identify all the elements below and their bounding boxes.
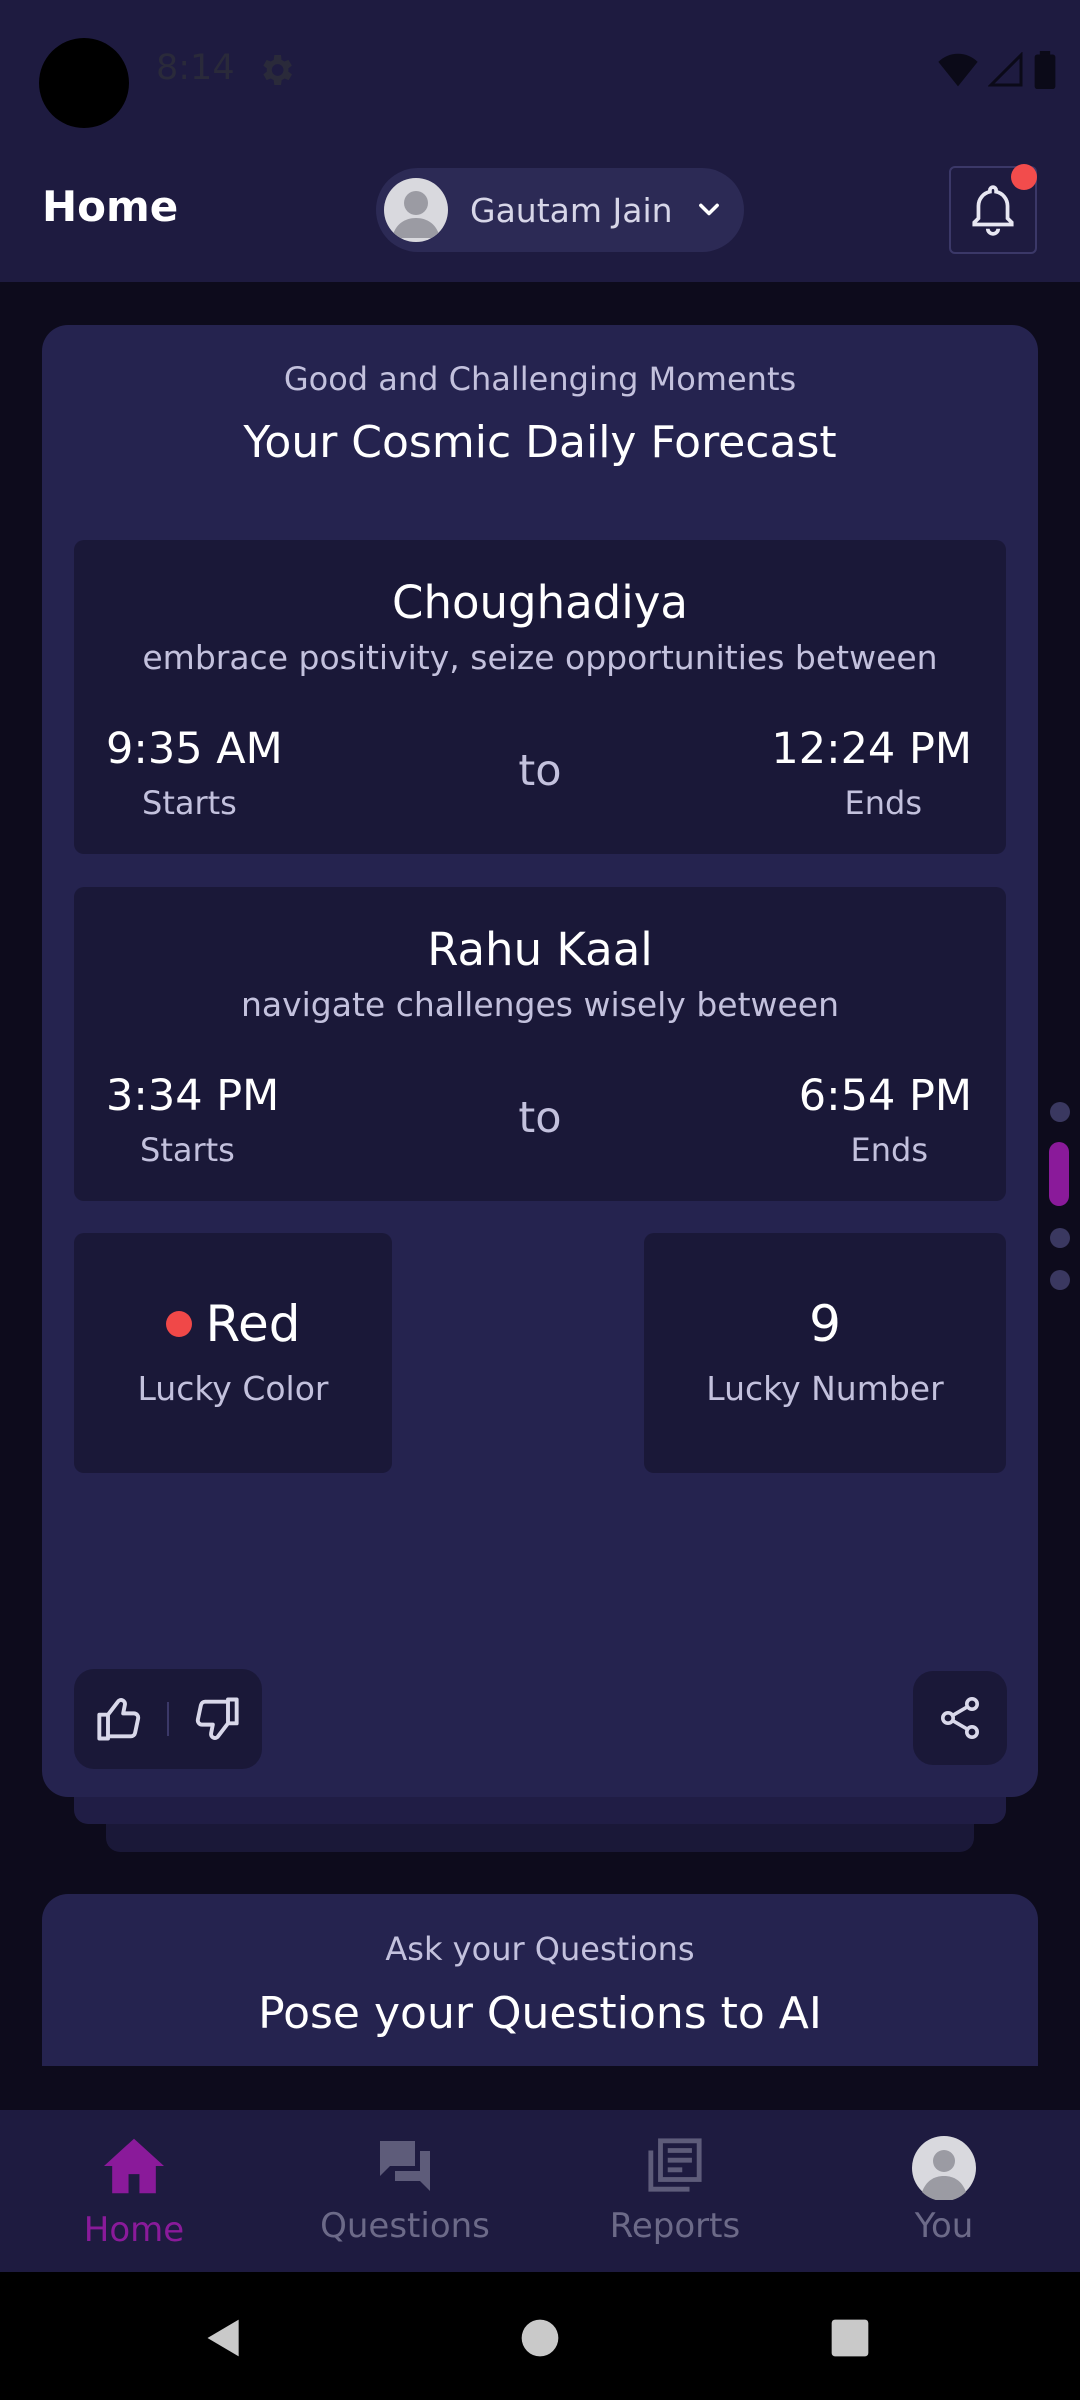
card-title: Your Cosmic Daily Forecast <box>243 417 837 468</box>
home-icon <box>104 2138 164 2194</box>
divider <box>167 1702 169 1736</box>
nav-reports[interactable]: Reports <box>570 2110 780 2272</box>
questions-card[interactable]: Ask your Questions Pose your Questions t… <box>42 1894 1038 2066</box>
pager-dot[interactable] <box>1050 1270 1070 1290</box>
nav-you[interactable]: You <box>854 2110 1034 2272</box>
nav-you-label: You <box>914 2206 974 2246</box>
questions-title: Pose your Questions to AI <box>258 1988 822 2039</box>
bottom-nav: Home Questions Reports You <box>0 2110 1080 2272</box>
rahu-kaal-end-label: Ends <box>850 1131 928 1169</box>
lucky-color-text: Red <box>205 1295 301 1353</box>
thumbs-up-icon[interactable] <box>95 1693 147 1745</box>
card-eyebrow: Good and Challenging Moments <box>283 360 797 398</box>
choughadiya-box: Choughadiya embrace positivity, seize op… <box>74 540 1006 854</box>
notification-badge <box>1011 164 1037 190</box>
rahu-kaal-end-time: 6:54 PM <box>798 1071 972 1121</box>
lucky-color-box: Red Lucky Color <box>74 1233 392 1473</box>
lucky-color-label: Lucky Color <box>137 1369 329 1408</box>
home-circle-icon[interactable] <box>520 2318 560 2358</box>
choughadiya-title: Choughadiya <box>392 576 688 629</box>
recents-icon[interactable] <box>830 2318 870 2358</box>
chat-icon <box>380 2141 430 2191</box>
camera-cutout <box>39 38 129 128</box>
pager-dot-active[interactable] <box>1049 1142 1069 1206</box>
share-icon <box>941 1697 979 1739</box>
rahu-kaal-box: Rahu Kaal navigate challenges wisely bet… <box>74 887 1006 1201</box>
profile-name: Gautam Jain <box>470 190 673 230</box>
card-stack-layer <box>106 1820 974 1852</box>
signal-icon <box>988 52 1023 87</box>
lucky-number-value: 9 <box>809 1295 841 1353</box>
pager-dot[interactable] <box>1050 1102 1070 1122</box>
chevron-down-icon <box>698 203 719 216</box>
feedback-group <box>74 1669 262 1769</box>
nav-reports-label: Reports <box>609 2206 741 2246</box>
app-header: Home Gautam Jain <box>0 140 1080 282</box>
profile-selector[interactable]: Gautam Jain <box>376 168 744 252</box>
settings-gear-icon <box>263 55 292 85</box>
choughadiya-end-label: Ends <box>844 784 922 822</box>
forecast-card[interactable]: Good and Challenging Moments Your Cosmic… <box>42 325 1038 1797</box>
pager-dot[interactable] <box>1050 1228 1070 1248</box>
wifi-icon <box>938 53 978 87</box>
rahu-kaal-subtitle: navigate challenges wisely between <box>240 985 840 1024</box>
rahu-kaal-title: Rahu Kaal <box>427 923 653 976</box>
lucky-number-label: Lucky Number <box>706 1369 944 1408</box>
system-nav-bar <box>0 2272 1080 2400</box>
questions-eyebrow: Ask your Questions <box>385 1930 695 1968</box>
bell-icon <box>972 185 1014 236</box>
status-icons <box>938 50 1056 90</box>
choughadiya-subtitle: embrace positivity, seize opportunities … <box>142 638 938 677</box>
lucky-color-value: Red <box>74 1295 392 1353</box>
notifications-button[interactable] <box>949 164 1037 254</box>
screen: 8:14 Home Gautam Jain Good and Challengi… <box>0 0 1080 2400</box>
status-time: 8:14 <box>156 48 235 88</box>
page-title: Home <box>42 182 179 231</box>
back-icon[interactable] <box>202 2316 246 2360</box>
share-button[interactable] <box>913 1671 1007 1765</box>
choughadiya-end-time: 12:24 PM <box>771 724 972 774</box>
status-bar: 8:14 <box>0 0 1080 140</box>
nav-questions[interactable]: Questions <box>300 2110 510 2272</box>
lucky-number-box: 9 Lucky Number <box>644 1233 1006 1473</box>
thumbs-down-icon[interactable] <box>189 1693 241 1745</box>
nav-home[interactable]: Home <box>34 2110 234 2272</box>
nav-questions-label: Questions <box>320 2206 490 2246</box>
battery-icon <box>1034 51 1056 89</box>
user-silhouette-icon <box>392 191 440 238</box>
avatar-icon <box>912 2136 976 2200</box>
nav-home-label: Home <box>83 2210 185 2250</box>
avatar <box>384 178 448 242</box>
reports-icon <box>648 2138 702 2192</box>
color-dot-icon <box>165 1310 192 1337</box>
